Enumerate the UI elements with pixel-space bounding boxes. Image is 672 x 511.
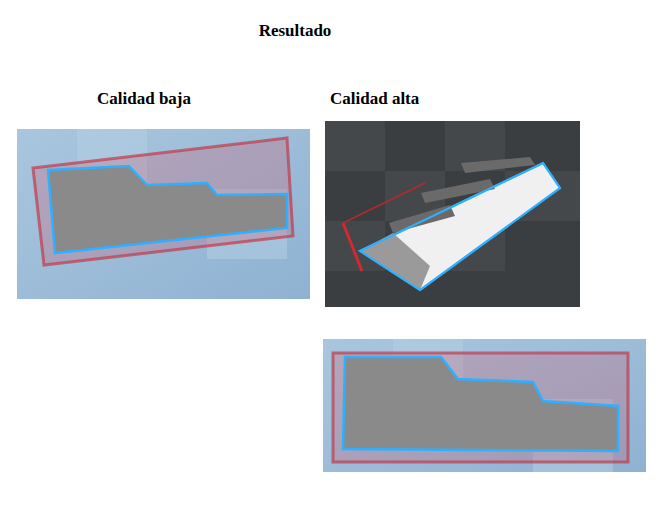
column-high: Calidad alta (323, 90, 646, 472)
column-label: Calidad baja (17, 90, 310, 108)
column-low: Calidad baja (17, 90, 310, 472)
render-low (17, 129, 310, 299)
column-label: Calidad alta (323, 90, 646, 108)
columns: Calidad baja (17, 90, 672, 472)
render-high-3d (325, 121, 580, 307)
page-title: Resultado (0, 21, 590, 41)
page: Resultado Calidad baja (0, 0, 672, 472)
title-row: Resultado (0, 0, 590, 90)
render-high-top (323, 339, 646, 472)
